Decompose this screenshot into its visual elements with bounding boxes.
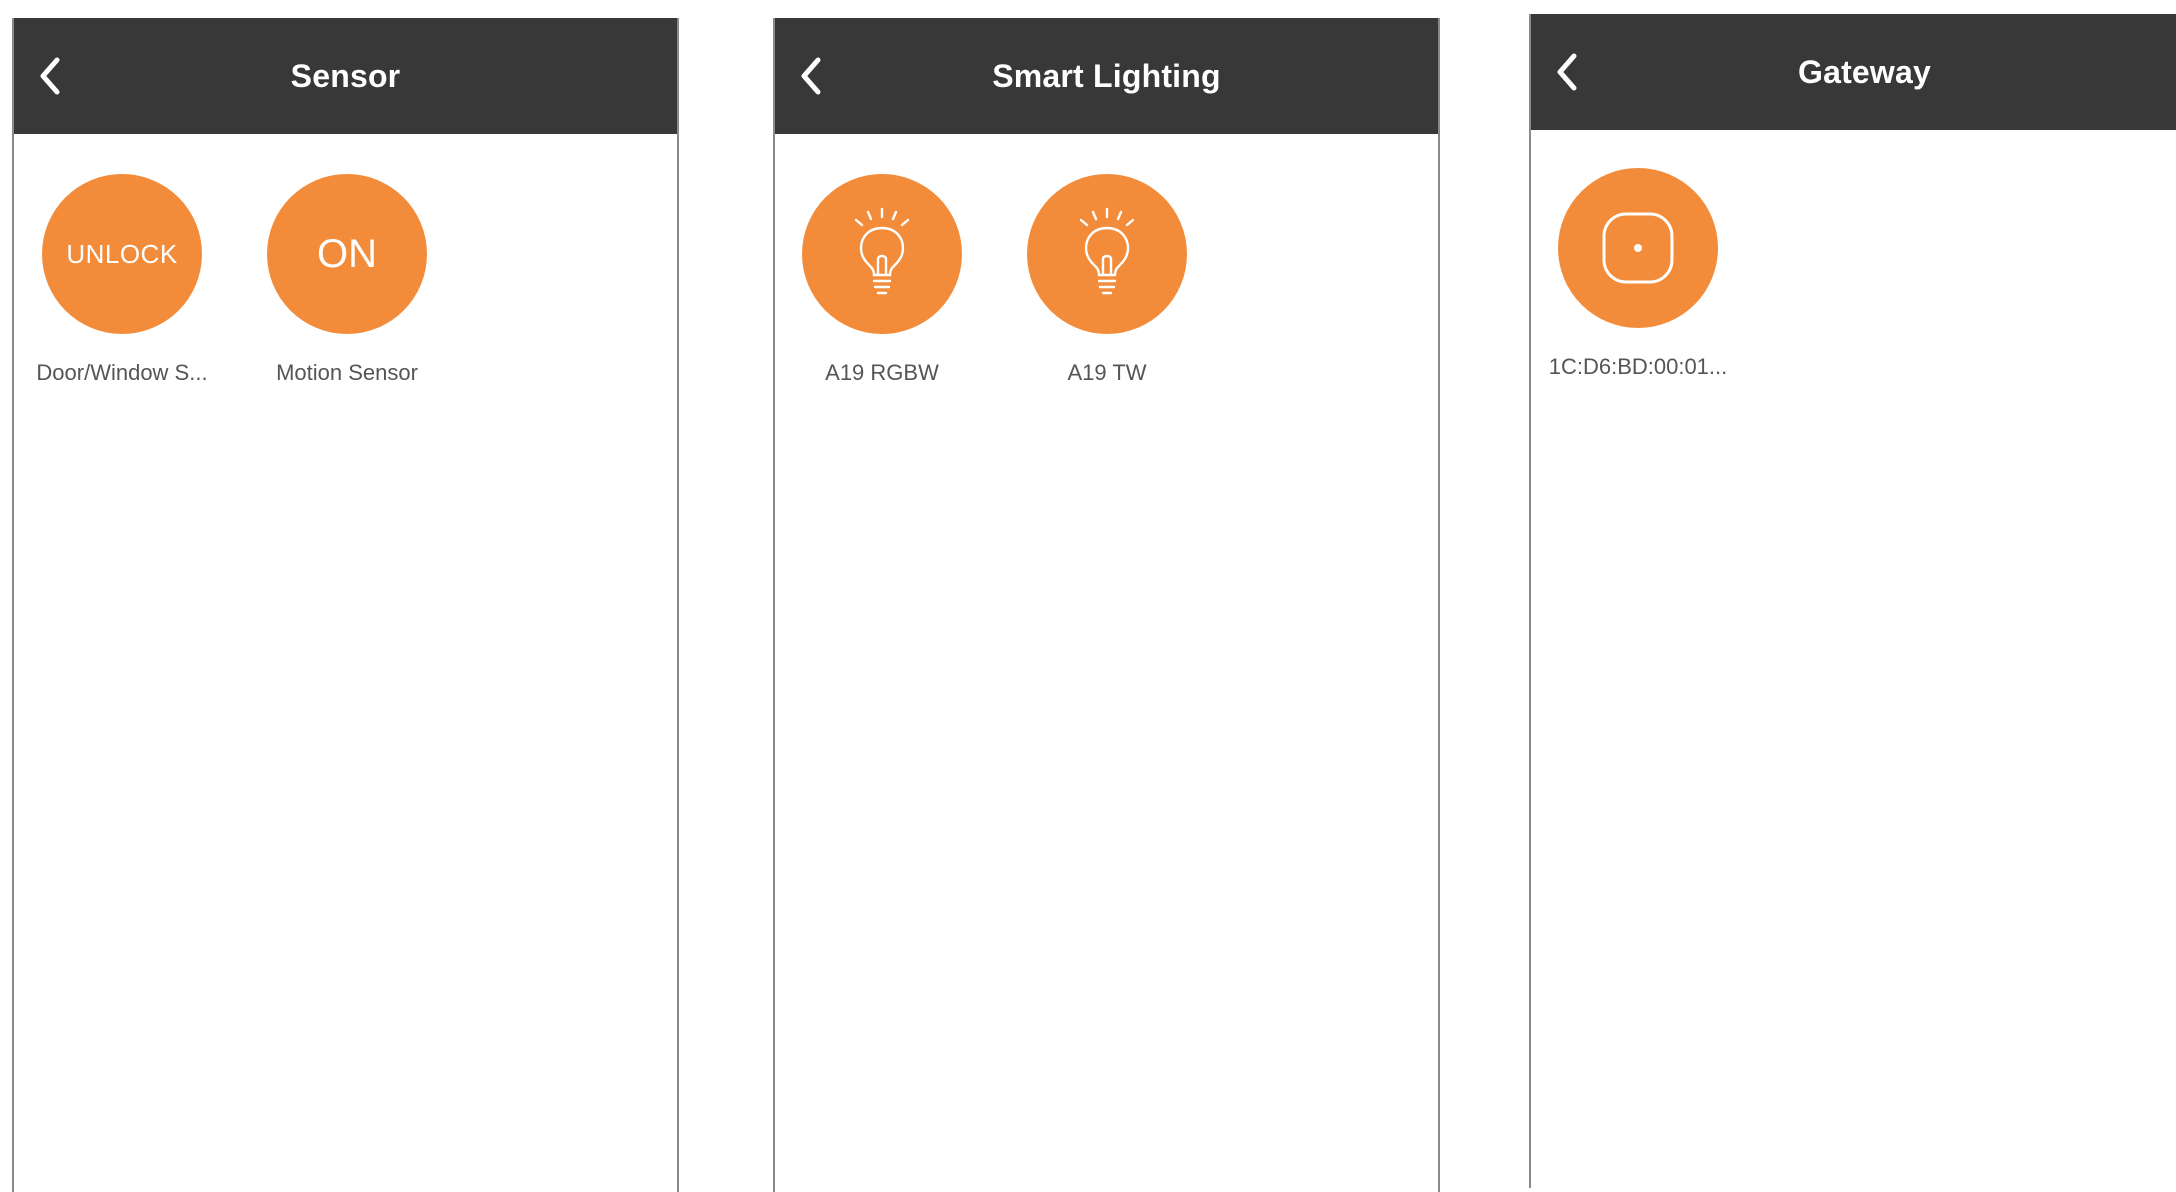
device-status-circle[interactable]: ON (267, 174, 427, 334)
nav-bar: Sensor (14, 18, 677, 134)
gateway-screen: Gateway 1C:D6:BD:00:01... (1529, 14, 2176, 1188)
device-door-window-sensor[interactable]: UNLOCK Door/Window S... (22, 174, 222, 386)
device-label: 1C:D6:BD:00:01... (1548, 354, 1728, 379)
device-status-circle[interactable] (1558, 168, 1718, 328)
device-label: A19 TW (1067, 360, 1147, 385)
sensor-screen: Sensor UNLOCK Door/Window S... ON Motion… (12, 18, 679, 1192)
nav-bar: Smart Lighting (775, 18, 1438, 134)
device-status-circle[interactable] (1027, 174, 1187, 334)
device-a19-tw[interactable]: A19 TW (1007, 174, 1207, 386)
chevron-left-icon (40, 57, 60, 95)
screenshot-stage: Sensor UNLOCK Door/Window S... ON Motion… (0, 0, 2176, 1192)
chevron-left-icon (801, 57, 821, 95)
device-label: Door/Window S... (36, 360, 208, 385)
page-title: Sensor (290, 57, 401, 94)
gateway-icon (1602, 212, 1674, 284)
page-title: Gateway (1797, 53, 1932, 90)
page-title: Smart Lighting (992, 57, 1221, 94)
back-button[interactable] (28, 50, 72, 102)
device-label: Motion Sensor (276, 360, 418, 385)
device-state-text: UNLOCK (66, 238, 178, 269)
device-a19-rgbw[interactable]: A19 RGBW (782, 174, 982, 386)
device-gateway[interactable]: 1C:D6:BD:00:01... (1538, 168, 1738, 380)
device-status-circle[interactable] (802, 174, 962, 334)
device-state-text: ON (317, 231, 377, 276)
device-label: A19 RGBW (825, 360, 939, 385)
nav-bar: Gateway (1531, 14, 2176, 130)
lightbulb-icon (1079, 207, 1135, 295)
smart-lighting-screen: Smart Lighting A19 RGBW A19 TW (773, 18, 1440, 1192)
lightbulb-icon (854, 207, 910, 295)
device-status-circle[interactable]: UNLOCK (42, 174, 202, 334)
back-button[interactable] (789, 50, 833, 102)
device-motion-sensor[interactable]: ON Motion Sensor (247, 174, 447, 386)
